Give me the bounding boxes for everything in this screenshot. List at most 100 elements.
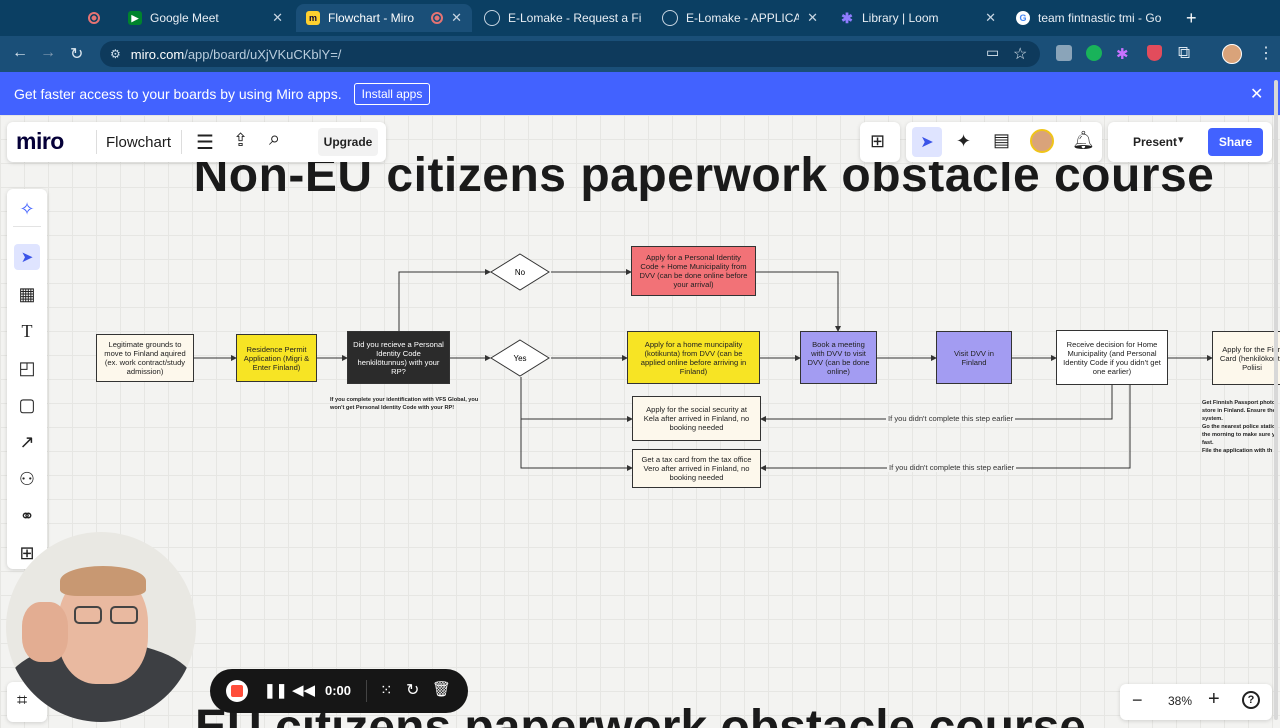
user-avatar[interactable] <box>1030 129 1054 153</box>
help-button[interactable]: ? <box>1242 691 1260 709</box>
zoom-out-button[interactable]: − <box>1132 690 1143 711</box>
node-legitimate-grounds[interactable]: Legitimate grounds to move to Finland aq… <box>96 334 194 382</box>
restart-icon[interactable]: ↻ <box>406 680 419 700</box>
divider <box>181 130 182 154</box>
celebrate-icon[interactable]: ✦ <box>956 131 971 152</box>
bookmark-star-icon[interactable]: ☆ <box>1013 44 1027 64</box>
profile-avatar[interactable] <box>1222 44 1242 64</box>
loom-extension-icon[interactable]: ✱ <box>1116 45 1129 63</box>
forward-icon[interactable]: → <box>40 44 56 62</box>
decision-yes[interactable]: Yes <box>490 339 550 377</box>
share-panel: Present ▾ Share <box>1108 122 1272 162</box>
drag-handle-icon[interactable]: ⁙ <box>380 681 393 699</box>
vfs-warning-note[interactable]: If you complete your identification with… <box>330 396 490 412</box>
tab-loom[interactable]: ✱ Library | Loom ✕ <box>830 4 1006 32</box>
note-line: fast. <box>1202 440 1214 446</box>
upgrade-button[interactable]: Upgrade <box>318 128 378 156</box>
delete-trash-icon[interactable]: 🗑︎ <box>432 680 451 698</box>
close-tab-icon[interactable]: ✕ <box>985 10 996 26</box>
new-tab-button[interactable]: + <box>1186 8 1197 29</box>
extensions-puzzle-icon[interactable]: ⧉ <box>1178 43 1190 63</box>
grammarly-icon[interactable] <box>1086 45 1102 61</box>
tab-title: E-Lomake - APPLICATIO <box>686 11 800 25</box>
mind-map-icon[interactable]: ⚭ <box>14 503 40 529</box>
recording-timer: 0:00 <box>325 683 352 698</box>
rewind-icon[interactable]: ◀◀ <box>292 681 315 699</box>
zoom-in-button[interactable]: + <box>1208 688 1220 711</box>
miro-logo[interactable]: miro <box>16 128 64 155</box>
sticky-note-icon[interactable]: ◰ <box>14 355 40 381</box>
present-options-chevron-icon[interactable]: ▾ <box>1178 133 1184 146</box>
banner-text: Get faster access to your boards by usin… <box>14 85 342 102</box>
person-hand <box>22 602 68 662</box>
person-hair <box>60 566 146 596</box>
node-receive-decision[interactable]: Receive decision for Home Municipality (… <box>1056 330 1168 385</box>
tab-elomake-application[interactable]: E-Lomake - APPLICATIO ✕ <box>652 4 828 32</box>
ai-sparkle-icon[interactable]: ✧ <box>14 196 40 222</box>
stop-square-icon <box>231 685 243 697</box>
close-banner-icon[interactable]: ✕ <box>1250 84 1263 104</box>
tab-miro-flowchart[interactable]: m Flowchart - Miro ✕ <box>296 4 472 32</box>
tab-google-search[interactable]: G team fintnastic tmi - Go <box>1006 4 1182 32</box>
miro-board-header: miro Flowchart ☰ ⇪ ⌕ Upgrade <box>7 122 386 162</box>
decision-no[interactable]: No <box>490 253 550 291</box>
notifications-bell-icon[interactable]: 🔔︎ <box>1072 130 1095 151</box>
node-apply-personal-identity-code[interactable]: Apply for a Personal Identity Code + Hom… <box>631 246 756 296</box>
connection-line-icon[interactable]: ↗ <box>14 429 40 455</box>
diagramming-shapes-icon[interactable]: ⚇ <box>14 466 40 492</box>
share-button[interactable]: Share <box>1208 128 1263 156</box>
close-tab-icon[interactable]: ✕ <box>451 10 462 26</box>
address-bar[interactable]: ⚙ miro.com/app/board/uXjVKuCKblY=/ <box>100 41 1040 67</box>
tab-title: Library | Loom <box>862 11 939 25</box>
close-tab-icon[interactable]: ✕ <box>272 10 283 26</box>
collaboration-toolbar: ➤ ✦ ▤ 🔔︎ <box>906 122 1102 162</box>
node-kela-social-security[interactable]: Apply for the social security at Kela af… <box>632 396 761 441</box>
present-button[interactable]: Present <box>1110 128 1200 156</box>
site-info-icon[interactable]: ⚙ <box>110 47 121 61</box>
back-icon[interactable]: ← <box>12 44 28 62</box>
tab-title: Google Meet <box>150 11 219 25</box>
select-tool-icon[interactable]: ➤ <box>14 244 40 270</box>
node-vero-tax-card[interactable]: Get a tax card from the tax office Vero … <box>632 449 761 488</box>
browser-menu-icon[interactable]: ⋮ <box>1258 43 1274 63</box>
glasses-left <box>74 606 102 624</box>
node-apply-home-municipality[interactable]: Apply for a home muncipality (kotikunta)… <box>627 331 760 384</box>
reload-icon[interactable]: ↻ <box>70 44 83 64</box>
tab-google-meet[interactable]: ▶ Google Meet ✕ <box>118 4 293 32</box>
install-apps-button[interactable]: Install apps <box>353 82 431 105</box>
camera-icon[interactable]: ▭ <box>986 44 999 61</box>
tab-title: team fintnastic tmi - Go <box>1038 11 1162 25</box>
shield-extension-icon[interactable] <box>1147 45 1162 61</box>
meet-icon: ▶ <box>128 11 142 25</box>
passport-photo-note[interactable]: Get Finnish Passport photo store in Finl… <box>1202 399 1280 455</box>
zoom-level[interactable]: 38% <box>1168 694 1192 708</box>
node-received-personal-identity-code[interactable]: Did you recieve a Personal Identity Code… <box>347 331 450 384</box>
node-visit-dvv[interactable]: Visit DVV in Finland <box>936 331 1012 384</box>
apps-grid-icon[interactable]: ⊞ <box>870 131 885 152</box>
webcam-bubble[interactable] <box>6 532 196 722</box>
globe-icon <box>662 10 678 26</box>
vertical-scrollbar[interactable] <box>1274 80 1278 720</box>
node-residence-permit-application[interactable]: Residence Permit Application (Migri & En… <box>236 334 317 382</box>
extension-icon[interactable] <box>1056 45 1072 61</box>
skip-label-kela: If you didn't complete this step earlier <box>886 414 1016 423</box>
tab-elomake-request[interactable]: E-Lomake - Request a Fi <box>474 4 652 32</box>
note-line: Go the nearest police statio <box>1202 424 1276 430</box>
tab-recording[interactable] <box>78 4 116 32</box>
templates-icon[interactable]: ▦ <box>14 281 40 307</box>
pause-icon[interactable]: ❚❚ <box>264 682 287 699</box>
export-upload-icon[interactable]: ⇪ <box>233 130 248 151</box>
node-book-dvv-meeting[interactable]: Book a meeting with DVV to visit DVV (ca… <box>800 331 877 384</box>
comments-icon[interactable]: ▤ <box>993 130 1010 151</box>
recording-icon <box>431 12 444 24</box>
close-tab-icon[interactable]: ✕ <box>807 10 818 26</box>
text-tool-icon[interactable]: T <box>14 318 40 344</box>
select-cursor-icon[interactable]: ➤ <box>912 127 942 157</box>
address-domain: miro.com <box>130 46 185 62</box>
shape-tool-icon[interactable]: ▢ <box>14 392 40 418</box>
hamburger-menu-icon[interactable]: ☰ <box>196 130 214 155</box>
decision-yes-label: Yes <box>513 353 527 363</box>
board-name[interactable]: Flowchart <box>106 134 171 151</box>
node-apply-id-card[interactable]: Apply for the Finn Card (henkilökortti) … <box>1212 331 1280 385</box>
search-icon[interactable]: ⌕ <box>269 128 280 151</box>
